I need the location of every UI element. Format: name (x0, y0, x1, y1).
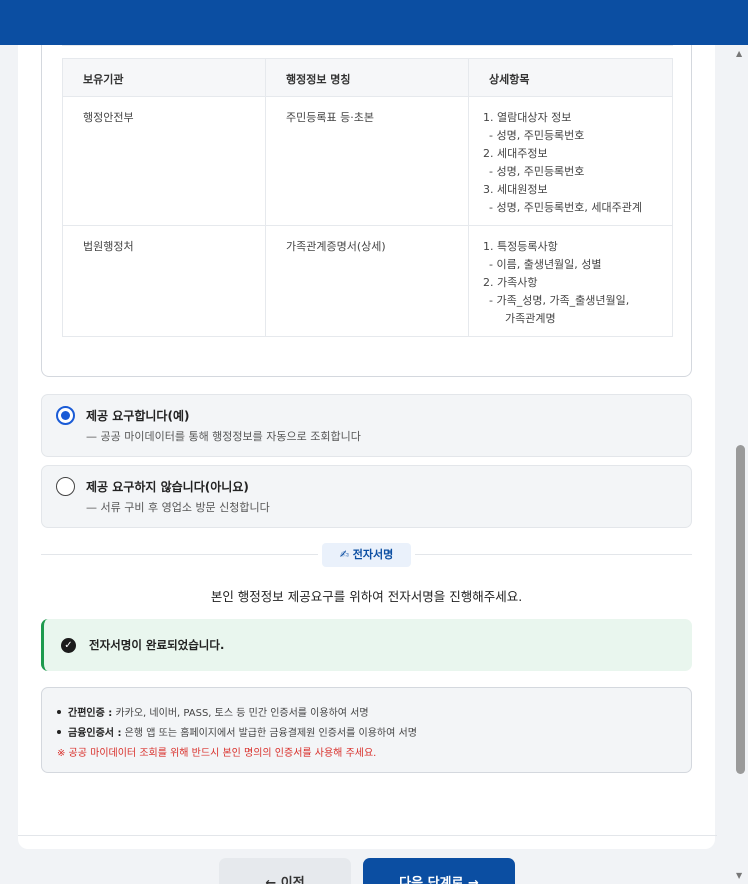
detail-line: 1. 열람대상자 정보 (483, 111, 572, 124)
main-scroll-area: 보유기관 행정정보 명칭 상세항목 행정안전부 주민등록표 등·초본 1. 열람… (0, 45, 748, 884)
detail-line: 3. 세대원정보 (483, 183, 548, 196)
cell-org: 행정안전부 (62, 96, 266, 226)
radio-unchecked-icon[interactable] (56, 477, 75, 496)
radio-checked-icon[interactable] (56, 406, 75, 425)
cell-details: 1. 열람대상자 정보 - 성명, 주민등록번호 2. 세대주정보 - 성명, … (468, 96, 673, 226)
detail-line: 2. 가족사항 (483, 276, 538, 289)
detail-line: - 이름, 출생년월일, 성별 (489, 258, 602, 271)
detail-line: 가족관계명 (505, 312, 556, 325)
table-header-row: 보유기관 행정정보 명칭 상세항목 (62, 58, 673, 97)
option-description: — 공공 마이데이터를 통해 행정정보를 자동으로 조회합니다 (86, 430, 361, 443)
notice-item-label: 금융인증서 : (68, 728, 122, 739)
table-row: 법원행정처 가족관계증명서(상세) 1. 특정등록사항 - 이름, 출생년월일,… (62, 225, 673, 337)
cell-name: 주민등록표 등·초본 (265, 96, 469, 226)
bullet-icon (57, 710, 61, 714)
signature-success-alert: ✓ 전자서명이 완료되었습니다. (41, 619, 692, 671)
scrollbar-thumb[interactable] (736, 445, 745, 774)
notice-warning: ※ 공공 마이데이터 조회를 위해 반드시 본인 명의의 인증서를 사용해 주세… (57, 748, 377, 759)
detail-line: 1. 특정등록사항 (483, 240, 558, 253)
option-consent-yes[interactable]: 제공 요구합니다(예) — 공공 마이데이터를 통해 행정정보를 자동으로 조회… (41, 394, 692, 457)
admin-info-table: 보유기관 행정정보 명칭 상세항목 행정안전부 주민등록표 등·초본 1. 열람… (62, 58, 673, 337)
previous-table-row (62, 45, 673, 46)
certificate-notice-box: 간편인증 : 카카오, 네이버, PASS, 토스 등 민간 인증서를 이용하여… (41, 687, 692, 773)
bullet-icon (57, 730, 61, 734)
next-step-button[interactable]: 다음 단계로 → (363, 858, 515, 884)
detail-line: - 성명, 주민등록번호 (489, 129, 585, 142)
notice-item-text: 카카오, 네이버, PASS, 토스 등 민간 인증서를 이용하여 서명 (112, 708, 369, 719)
scroll-up-arrow-icon[interactable]: ▲ (736, 49, 742, 58)
header-org: 보유기관 (62, 58, 266, 97)
cell-name: 가족관계증명서(상세) (265, 225, 469, 337)
notice-item-text: 은행 앱 또는 홈페이지에서 발급한 금융결제원 인증서를 이용하여 서명 (121, 728, 417, 739)
prev-button[interactable]: ← 이전 (219, 858, 351, 884)
footer-divider (18, 835, 717, 836)
notice-item-label: 간편인증 : (68, 708, 113, 719)
cell-org: 법원행정처 (62, 225, 266, 337)
header-details: 상세항목 (468, 58, 673, 97)
e-signature-section-label: ✍ 전자서명 (322, 543, 411, 567)
detail-line: - 성명, 주민등록번호, 세대주관계 (489, 201, 643, 214)
admin-info-table-box: 보유기관 행정정보 명칭 상세항목 행정안전부 주민등록표 등·초본 1. 열람… (41, 45, 692, 377)
detail-line: 2. 세대주정보 (483, 147, 548, 160)
table-row: 행정안전부 주민등록표 등·초본 1. 열람대상자 정보 - 성명, 주민등록번… (62, 96, 673, 226)
success-message: 전자서명이 완료되었습니다. (89, 638, 225, 652)
vertical-scrollbar[interactable]: ▲ ▼ (733, 45, 748, 884)
detail-line: - 성명, 주민등록번호 (489, 165, 585, 178)
section-divider-left (41, 554, 318, 555)
detail-line: - 가족_성명, 가족_출생년월일, (489, 294, 630, 307)
section-divider-right (415, 554, 692, 555)
top-header-bar (0, 0, 748, 45)
check-circle-icon: ✓ (61, 638, 76, 653)
consent-card: 보유기관 행정정보 명칭 상세항목 행정안전부 주민등록표 등·초본 1. 열람… (18, 45, 715, 849)
option-consent-no[interactable]: 제공 요구하지 않습니다(아니요) — 서류 구비 후 영업소 방문 신청합니다 (41, 465, 692, 528)
option-title: 제공 요구합니다(예) (86, 409, 190, 423)
notice-item: 간편인증 : 카카오, 네이버, PASS, 토스 등 민간 인증서를 이용하여… (57, 704, 369, 719)
e-signature-instruction: 본인 행정정보 제공요구를 위하여 전자서명을 진행해주세요. (210, 589, 523, 604)
cell-details: 1. 특정등록사항 - 이름, 출생년월일, 성별 2. 가족사항 - 가족_성… (468, 225, 673, 337)
notice-item: 금융인증서 : 은행 앱 또는 홈페이지에서 발급한 금융결제원 인증서를 이용… (57, 724, 417, 739)
scroll-down-arrow-icon[interactable]: ▼ (736, 871, 742, 880)
option-description: — 서류 구비 후 영업소 방문 신청합니다 (86, 501, 270, 514)
option-title: 제공 요구하지 않습니다(아니요) (86, 480, 249, 494)
header-name: 행정정보 명칭 (265, 58, 469, 97)
